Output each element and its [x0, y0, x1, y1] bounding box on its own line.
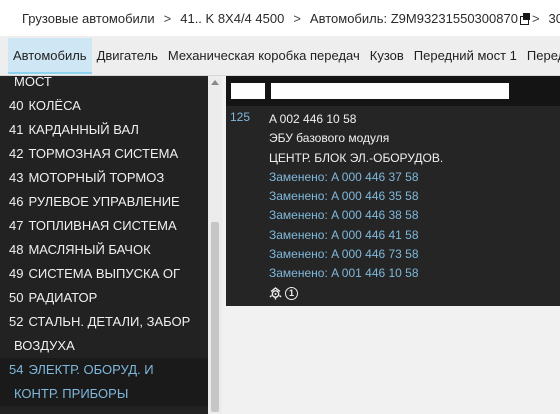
replaced-part-link[interactable]: Заменено: A 000 446 73 58 [269, 245, 443, 264]
sidebar-item-steering[interactable]: 46 РУЛЕВОЕ УПРАВЛЕНИЕ [0, 190, 208, 214]
scrollbar-thumb[interactable] [211, 222, 219, 412]
group-number: 52 [9, 314, 24, 329]
info-circle-icon[interactable]: 1 [285, 286, 298, 300]
sidebar-item-electrical-cont[interactable]: КОНТР. ПРИБОРЫ [0, 382, 208, 406]
group-label: МАСЛЯНЫЙ БАЧОК [28, 242, 151, 257]
sidebar-item-steel-parts[interactable]: 52 СТАЛЬН. ДЕТАЛИ, ЗАБОР [0, 310, 208, 334]
breadcrumb-item-group[interactable]: 30X [549, 11, 560, 26]
tab-front-axle-2[interactable]: Перед [522, 38, 560, 74]
replaced-part-link[interactable]: Заменено: A 001 446 10 58 [269, 264, 443, 283]
group-number: 54 [9, 362, 24, 377]
replaced-part-link[interactable]: Заменено: A 000 446 41 58 [269, 226, 443, 245]
group-number: 42 [9, 146, 24, 161]
replaced-part-link[interactable]: Заменено: A 000 446 38 58 [269, 206, 443, 225]
sidebar-item-axle-cont[interactable]: МОСТ [0, 76, 208, 94]
group-label: РУЛЕВОЕ УПРАВЛЕНИЕ [28, 194, 180, 209]
sidebar-item-brakes[interactable]: 42 ТОРМОЗНАЯ СИСТЕМА [0, 142, 208, 166]
tab-engine[interactable]: Двигатель [92, 38, 163, 74]
group-label: РАДИАТОР [28, 290, 98, 305]
filter-row [226, 76, 560, 106]
part-description: ЦЕНТР. БЛОК ЭЛ.-ОБОРУДОВ. [269, 150, 444, 165]
group-label: КОНТР. ПРИБОРЫ [14, 386, 129, 401]
group-sidebar: МОСТ 40 КОЛЁСА 41 КАРДАННЫЙ ВАЛ 42 ТОРМОЗНА… [0, 76, 222, 414]
part-filter-input[interactable] [271, 83, 509, 99]
group-list: МОСТ 40 КОЛЁСА 41 КАРДАННЫЙ ВАЛ 42 ТОРМОЗНА… [0, 76, 208, 406]
tab-front-axle-1[interactable]: Передний мост 1 [409, 38, 522, 74]
group-label: ТОРМОЗНАЯ СИСТЕМА [28, 146, 179, 161]
sidebar-item-wheels[interactable]: 40 КОЛЁСА [0, 94, 208, 118]
sidebar-item-radiator[interactable]: 50 РАДИАТОР [0, 286, 208, 310]
group-label: ТОПЛИВНАЯ СИСТЕМА [28, 218, 177, 233]
group-label: ВОЗДУХА [14, 338, 75, 353]
breadcrumb-separator: > [163, 10, 172, 26]
group-label: СТАЛЬН. ДЕТАЛИ, ЗАБОР [28, 314, 191, 329]
group-number: 50 [9, 290, 24, 305]
replaced-part-link[interactable]: Заменено: A 000 446 35 58 [269, 187, 443, 206]
breadcrumb-item-model[interactable]: 41.. K 8X4/4 4500 [180, 11, 284, 26]
breadcrumb: Грузовые автомобили > 41.. K 8X4/4 4500 … [0, 0, 560, 36]
part-icons: 1 [269, 284, 443, 303]
breadcrumb-item-vehicle[interactable]: Автомобиль: Z9M93231550300870 [310, 11, 518, 26]
sidebar-item-propshaft[interactable]: 41 КАРДАННЫЙ ВАЛ [0, 118, 208, 142]
group-number: 40 [9, 98, 24, 113]
group-number: 49 [9, 266, 24, 281]
group-label: СИСТЕМА ВЫПУСКА ОГ [28, 266, 181, 281]
group-label: КОЛЁСА [28, 98, 81, 113]
group-label: ЭЛЕКТР. ОБОРУД. И [28, 362, 154, 377]
group-number: 48 [9, 242, 24, 257]
sidebar-item-oil-tank[interactable]: 48 МАСЛЯНЫЙ БАЧОК [0, 238, 208, 262]
group-label: МОТОРНЫЙ ТОРМОЗ [28, 170, 165, 185]
breadcrumb-separator: > [531, 10, 540, 26]
sidebar-item-steel-parts-cont[interactable]: ВОЗДУХА [0, 334, 208, 358]
group-number: 41 [9, 122, 24, 137]
sidebar-scrollbar[interactable] [208, 76, 222, 414]
scroll-up-arrow-icon[interactable] [211, 80, 219, 85]
sidebar-item-engine-brake[interactable]: 43 МОТОРНЫЙ ТОРМОЗ [0, 166, 208, 190]
gear-icon[interactable] [269, 286, 282, 300]
group-label: МОСТ [14, 76, 52, 89]
sidebar-item-electrical[interactable]: 54 ЭЛЕКТР. ОБОРУД. И [0, 358, 208, 382]
part-position[interactable]: 125 [230, 110, 250, 124]
breadcrumb-item-trucks[interactable]: Грузовые автомобили [22, 11, 155, 26]
tab-bar: Автомобиль Двигатель Механическая коробк… [0, 36, 560, 76]
group-number: 43 [9, 170, 24, 185]
part-number: A 002 446 10 58 [269, 112, 357, 126]
group-number: 47 [9, 218, 24, 233]
part-detail-panel: 125 A 002 446 10 58 ЭБУ базового модуля … [226, 76, 560, 306]
tab-body[interactable]: Кузов [365, 38, 409, 74]
position-filter-input[interactable] [231, 83, 265, 99]
tab-manual-gearbox[interactable]: Механическая коробка передач [163, 38, 365, 74]
sidebar-item-fuel-system[interactable]: 47 ТОПЛИВНАЯ СИСТЕМА [0, 214, 208, 238]
replaced-part-link[interactable]: Заменено: A 000 446 37 58 [269, 168, 443, 187]
breadcrumb-separator: > [293, 10, 301, 26]
group-number: 46 [9, 194, 24, 209]
tab-vehicle[interactable]: Автомобиль [8, 37, 92, 74]
sidebar-item-exhaust[interactable]: 49 СИСТЕМА ВЫПУСКА ОГ [0, 262, 208, 286]
group-label: КАРДАННЫЙ ВАЛ [28, 122, 139, 137]
part-name: ЭБУ базового модуля [269, 131, 390, 146]
part-info: A 002 446 10 58 ЭБУ базового модуля ЦЕНТ… [269, 110, 443, 303]
